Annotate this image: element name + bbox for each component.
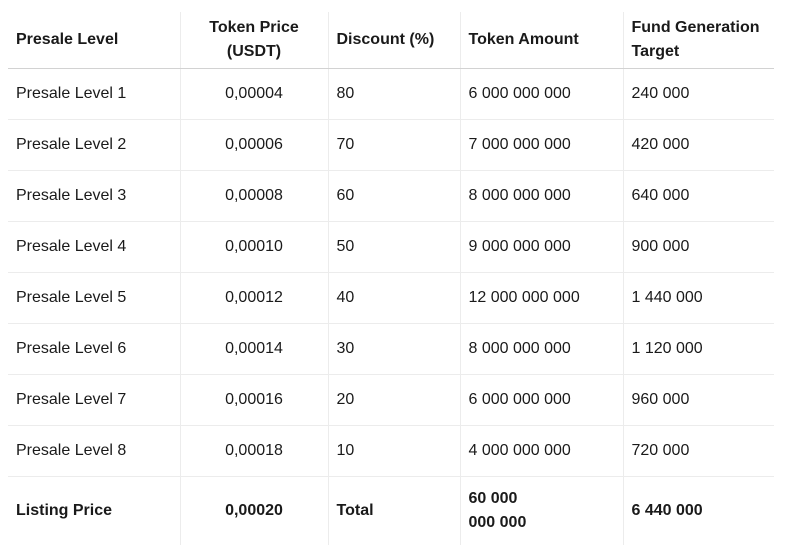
presale-level-cell: Presale Level 1 bbox=[8, 69, 180, 120]
fund-target-cell: 240 000 bbox=[623, 69, 774, 120]
fund-target-cell: 1 120 000 bbox=[623, 324, 774, 375]
presale-level-cell: Presale Level 2 bbox=[8, 120, 180, 171]
discount-cell: 80 bbox=[328, 69, 460, 120]
discount-cell: 70 bbox=[328, 120, 460, 171]
footer-total-token-amount-text: 60 000 000 000 bbox=[469, 487, 537, 535]
discount-cell: 60 bbox=[328, 171, 460, 222]
table-row: Presale Level 70,00016206 000 000 000960… bbox=[8, 375, 774, 426]
token-amount-cell: 8 000 000 000 bbox=[460, 171, 623, 222]
table-footer-row: Listing Price 0,00020 Total 60 000 000 0… bbox=[8, 477, 774, 545]
footer-listing-price: 0,00020 bbox=[180, 477, 328, 545]
discount-cell: 30 bbox=[328, 324, 460, 375]
token-amount-cell: 4 000 000 000 bbox=[460, 426, 623, 477]
token-amount-cell: 7 000 000 000 bbox=[460, 120, 623, 171]
table-header-row: Presale Level Token Price (USDT) Discoun… bbox=[8, 12, 774, 69]
fund-target-cell: 1 440 000 bbox=[623, 273, 774, 324]
table-row: Presale Level 50,000124012 000 000 0001 … bbox=[8, 273, 774, 324]
footer-total-label: Total bbox=[328, 477, 460, 545]
footer-total-fund-target: 6 440 000 bbox=[623, 477, 774, 545]
token-price-cell: 0,00006 bbox=[180, 120, 328, 171]
fund-target-cell: 420 000 bbox=[623, 120, 774, 171]
discount-cell: 50 bbox=[328, 222, 460, 273]
fund-target-cell: 900 000 bbox=[623, 222, 774, 273]
table-row: Presale Level 20,00006707 000 000 000420… bbox=[8, 120, 774, 171]
token-price-cell: 0,00014 bbox=[180, 324, 328, 375]
footer-label: Listing Price bbox=[8, 477, 180, 545]
footer-total-token-amount: 60 000 000 000 bbox=[460, 477, 623, 545]
presale-table: Presale Level Token Price (USDT) Discoun… bbox=[8, 12, 774, 545]
token-price-cell: 0,00004 bbox=[180, 69, 328, 120]
presale-level-cell: Presale Level 5 bbox=[8, 273, 180, 324]
token-price-cell: 0,00012 bbox=[180, 273, 328, 324]
fund-target-cell: 720 000 bbox=[623, 426, 774, 477]
token-amount-cell: 12 000 000 000 bbox=[460, 273, 623, 324]
token-price-cell: 0,00010 bbox=[180, 222, 328, 273]
token-price-cell: 0,00008 bbox=[180, 171, 328, 222]
table-row: Presale Level 10,00004806 000 000 000240… bbox=[8, 69, 774, 120]
fund-target-cell: 640 000 bbox=[623, 171, 774, 222]
token-price-cell: 0,00018 bbox=[180, 426, 328, 477]
table-row: Presale Level 30,00008608 000 000 000640… bbox=[8, 171, 774, 222]
table-row: Presale Level 40,00010509 000 000 000900… bbox=[8, 222, 774, 273]
discount-cell: 10 bbox=[328, 426, 460, 477]
token-amount-cell: 6 000 000 000 bbox=[460, 375, 623, 426]
discount-cell: 40 bbox=[328, 273, 460, 324]
token-price-cell: 0,00016 bbox=[180, 375, 328, 426]
discount-cell: 20 bbox=[328, 375, 460, 426]
table-row: Presale Level 60,00014308 000 000 0001 1… bbox=[8, 324, 774, 375]
presale-level-cell: Presale Level 3 bbox=[8, 171, 180, 222]
header-token-amount: Token Amount bbox=[460, 12, 623, 69]
presale-level-cell: Presale Level 7 bbox=[8, 375, 180, 426]
token-amount-cell: 6 000 000 000 bbox=[460, 69, 623, 120]
header-presale-level: Presale Level bbox=[8, 12, 180, 69]
table-row: Presale Level 80,00018104 000 000 000720… bbox=[8, 426, 774, 477]
presale-level-cell: Presale Level 4 bbox=[8, 222, 180, 273]
header-token-price: Token Price (USDT) bbox=[180, 12, 328, 69]
presale-level-cell: Presale Level 6 bbox=[8, 324, 180, 375]
presale-level-cell: Presale Level 8 bbox=[8, 426, 180, 477]
fund-target-cell: 960 000 bbox=[623, 375, 774, 426]
header-fund-target: Fund Generation Target bbox=[623, 12, 774, 69]
token-amount-cell: 9 000 000 000 bbox=[460, 222, 623, 273]
token-amount-cell: 8 000 000 000 bbox=[460, 324, 623, 375]
header-discount: Discount (%) bbox=[328, 12, 460, 69]
